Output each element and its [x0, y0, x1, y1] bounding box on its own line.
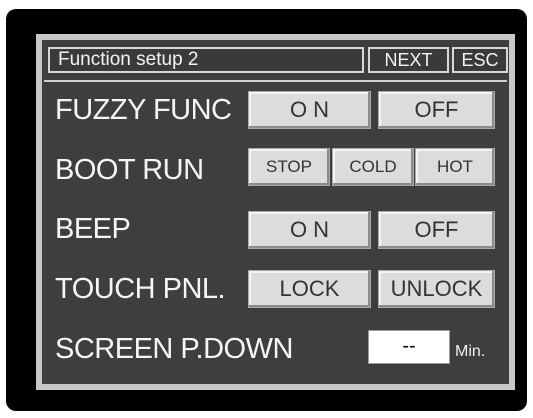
- touch-lock-button[interactable]: LOCK: [248, 270, 371, 308]
- touch-unlock-button[interactable]: UNLOCK: [378, 270, 495, 308]
- fuzzy-on-button[interactable]: O N: [248, 91, 371, 129]
- boot-hot-button[interactable]: HOT: [415, 148, 495, 186]
- next-button[interactable]: NEXT: [368, 47, 449, 73]
- beep-off-button[interactable]: OFF: [378, 211, 495, 249]
- screen-power-down-value[interactable]: --: [368, 330, 450, 364]
- boot-cold-button[interactable]: COLD: [332, 148, 414, 186]
- touch-panel-label: TOUCH PNL.: [55, 273, 226, 305]
- beep-on-button[interactable]: O N: [248, 211, 371, 249]
- beep-label: BEEP: [55, 213, 131, 245]
- boot-stop-button[interactable]: STOP: [248, 148, 330, 186]
- boot-run-label: BOOT RUN: [55, 154, 204, 186]
- minutes-unit-label: Min.: [455, 343, 486, 360]
- screen-title: Function setup 2: [48, 47, 364, 73]
- fuzzy-func-label: FUZZY FUNC: [55, 94, 232, 126]
- fuzzy-off-button[interactable]: OFF: [378, 91, 495, 129]
- header-divider: [44, 80, 507, 82]
- screen-power-down-label: SCREEN P.DOWN: [55, 333, 293, 365]
- esc-button[interactable]: ESC: [452, 47, 508, 73]
